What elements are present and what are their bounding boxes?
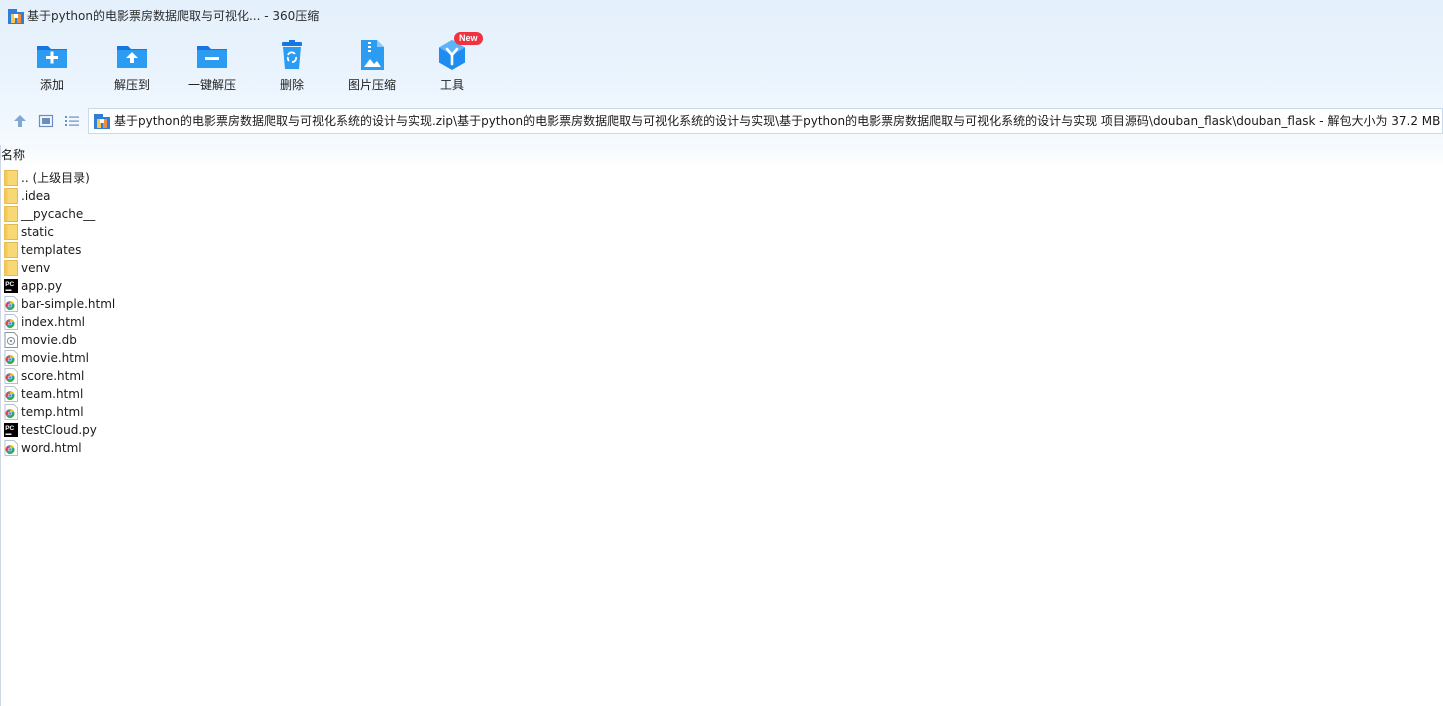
up-arrow-icon[interactable] xyxy=(12,113,28,129)
html-file-icon xyxy=(4,296,18,312)
add-folder-icon xyxy=(37,46,67,68)
add-button[interactable]: 添加 xyxy=(12,36,92,100)
file-name: app.py xyxy=(21,279,63,293)
file-name: movie.html xyxy=(21,351,89,365)
file-row[interactable]: movie.db xyxy=(0,331,400,349)
html-file-icon xyxy=(4,350,18,366)
file-row[interactable]: .. (上级目录) xyxy=(0,169,400,187)
file-name: score.html xyxy=(21,369,85,383)
file-row[interactable]: word.html xyxy=(0,439,400,457)
tools-button[interactable]: 工具 xyxy=(412,36,492,100)
html-file-icon xyxy=(4,368,18,384)
file-row[interactable]: score.html xyxy=(0,367,400,385)
list-view-icon[interactable] xyxy=(64,113,80,129)
html-file-icon xyxy=(4,314,18,330)
file-row[interactable]: templates xyxy=(0,241,400,259)
archive-icon xyxy=(94,114,110,129)
extract-to-button-label: 解压到 xyxy=(113,78,150,92)
file-name: team.html xyxy=(21,387,84,401)
add-button-label: 添加 xyxy=(39,78,64,92)
file-row[interactable]: temp.html xyxy=(0,403,400,421)
file-row[interactable]: index.html xyxy=(0,313,400,331)
html-file-icon xyxy=(4,440,18,456)
file-row[interactable]: PC testCloud.py xyxy=(0,421,400,439)
pycharm-file-icon: PC xyxy=(4,422,18,438)
file-row[interactable]: bar-simple.html xyxy=(0,295,400,313)
folder-icon xyxy=(4,260,18,276)
navigation-bar: 基于python的电影票房数据爬取与可视化系统的设计与实现.zip\基于pyth… xyxy=(0,108,1443,134)
folder-icon xyxy=(4,170,18,186)
file-row[interactable]: team.html xyxy=(0,385,400,403)
pycharm-file-icon: PC xyxy=(4,278,18,294)
tools-button-label: 工具 xyxy=(439,78,464,92)
delete-button-label: 删除 xyxy=(279,78,304,92)
file-name: movie.db xyxy=(21,333,77,347)
file-name: templates xyxy=(21,243,82,257)
file-row[interactable]: venv xyxy=(0,259,400,277)
file-name: .. (上级目录) xyxy=(21,171,90,185)
html-file-icon xyxy=(4,386,18,402)
file-row[interactable]: PC app.py xyxy=(0,277,400,295)
file-list: .. (上级目录) .idea __pycache__static templates… xyxy=(0,169,400,457)
image-compress-icon xyxy=(361,40,384,70)
file-name: static xyxy=(21,225,54,239)
file-row[interactable]: movie.html xyxy=(0,349,400,367)
file-name: __pycache__ xyxy=(21,207,96,221)
one-click-extract-icon xyxy=(197,46,227,68)
folder-icon xyxy=(4,242,18,258)
html-file-icon xyxy=(4,404,18,420)
one-click-extract-button-label: 一键解压 xyxy=(187,78,236,92)
file-name: temp.html xyxy=(21,405,84,419)
delete-trash-icon xyxy=(282,40,302,69)
delete-button[interactable]: 删除 xyxy=(252,36,332,100)
file-row[interactable]: static xyxy=(0,223,400,241)
column-header-name[interactable]: 名称 xyxy=(1,148,25,162)
file-name: bar-simple.html xyxy=(21,297,116,311)
file-row[interactable]: __pycache__ xyxy=(0,205,400,223)
chrome-fade xyxy=(0,145,1443,167)
thumbnail-view-icon[interactable] xyxy=(38,113,54,129)
archive-app-icon xyxy=(8,9,24,24)
window-title: 基于python的电影票房数据爬取与可视化... - 360压缩 xyxy=(27,9,320,23)
file-name: venv xyxy=(21,261,51,275)
extract-to-button[interactable]: 解压到 xyxy=(92,36,172,100)
address-bar[interactable]: 基于python的电影票房数据爬取与可视化系统的设计与实现.zip\基于pyth… xyxy=(88,108,1443,134)
address-path: 基于python的电影票房数据爬取与可视化系统的设计与实现.zip\基于pyth… xyxy=(114,114,1441,128)
title-bar: 基于python的电影票房数据爬取与可视化... - 360压缩 xyxy=(0,0,1443,33)
svg-text:PC: PC xyxy=(5,425,14,432)
one-click-extract-button[interactable]: 一键解压 xyxy=(172,36,252,100)
file-name: .idea xyxy=(21,189,51,203)
extract-to-icon xyxy=(117,46,147,68)
image-compress-button[interactable]: 图片压缩 xyxy=(332,36,412,100)
file-name: index.html xyxy=(21,315,85,329)
image-compress-button-label: 图片压缩 xyxy=(347,78,396,92)
folder-icon xyxy=(4,224,18,240)
folder-icon xyxy=(4,206,18,222)
database-file-icon xyxy=(4,332,18,348)
svg-text:PC: PC xyxy=(5,281,14,288)
folder-icon xyxy=(4,188,18,204)
file-name: word.html xyxy=(21,441,82,455)
file-row[interactable]: .idea xyxy=(0,187,400,205)
new-badge: New xyxy=(454,32,483,45)
file-name: testCloud.py xyxy=(21,423,97,437)
toolbar: 添加 解压到 一键解压 删除 图片压缩 工具 xyxy=(0,36,560,100)
